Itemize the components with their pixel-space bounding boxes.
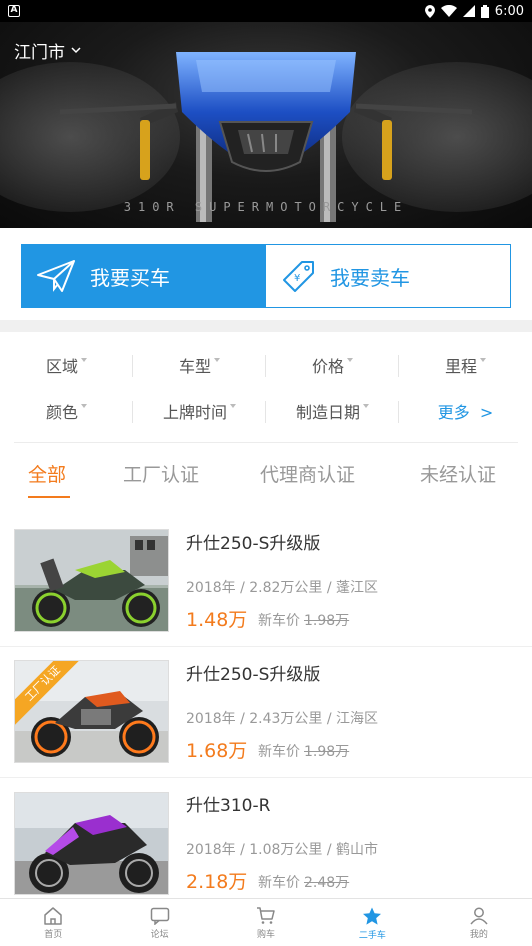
tab-factory-certified[interactable]: 工厂认证 xyxy=(123,460,199,487)
wifi-icon xyxy=(440,5,457,17)
sell-car-label: 我要卖车 xyxy=(330,265,410,290)
filter-panel: 区域 车型 价格 里程 颜色 上牌时间 制造日期 更多 > xyxy=(0,342,532,442)
listing-item[interactable]: 升仕310-R 2018年 / 1.08万公里 / 鹤山市 2.18万 新车价 2… xyxy=(0,778,532,909)
nav-profile-label: 我的 xyxy=(469,930,488,940)
app-notification-icon: A xyxy=(8,5,20,17)
price-tag-icon: ¥ xyxy=(283,261,314,292)
city-label: 江门市 xyxy=(14,43,65,63)
status-time: 6:00 xyxy=(494,3,524,19)
svg-text:¥: ¥ xyxy=(294,273,300,284)
nav-buy-label: 购车 xyxy=(257,930,276,940)
tab-uncertified[interactable]: 未经认证 xyxy=(420,460,496,487)
filter-price[interactable]: 价格 xyxy=(266,353,399,377)
caret-down-icon xyxy=(81,404,87,408)
nav-used-cars[interactable]: 二手车 xyxy=(319,899,425,946)
cart-icon xyxy=(257,907,275,924)
caret-down-icon xyxy=(363,404,369,408)
listing-title: 升仕250-S升级版 xyxy=(186,534,321,554)
hero-tagline: 310R SUPERMOTORCYCLE xyxy=(123,200,409,214)
caret-down-icon xyxy=(214,358,220,362)
location-icon xyxy=(424,4,435,18)
listing-new-price: 新车价 2.48万 xyxy=(258,875,350,891)
sell-car-button[interactable]: ¥ 我要卖车 xyxy=(266,245,510,307)
buy-sell-row: 我要买车 ¥ 我要卖车 xyxy=(21,244,511,308)
nav-forum-label: 论坛 xyxy=(150,930,169,940)
filter-manufacture-date[interactable]: 制造日期 xyxy=(266,399,399,423)
star-icon xyxy=(363,907,382,925)
chat-icon xyxy=(150,907,169,925)
listing-item[interactable]: 升仕250-S升级版 2018年 / 2.82万公里 / 蓬江区 1.48万 新… xyxy=(0,516,532,647)
listing-price: 1.68万 xyxy=(186,740,248,762)
filter-region[interactable]: 区域 xyxy=(0,353,133,377)
filter-more-button[interactable]: 更多 > xyxy=(399,399,532,423)
nav-buy[interactable]: 购车 xyxy=(213,899,319,946)
listing-photo xyxy=(14,529,169,632)
listing-photo xyxy=(14,792,169,895)
listing-meta: 2018年 / 1.08万公里 / 鹤山市 xyxy=(186,842,379,858)
filter-registration-date[interactable]: 上牌时间 xyxy=(133,399,266,423)
filter-color[interactable]: 颜色 xyxy=(0,399,133,423)
active-tab-indicator xyxy=(28,496,70,498)
status-bar: A 6:00 xyxy=(0,0,532,22)
paper-plane-icon xyxy=(37,260,75,292)
nav-forum[interactable]: 论坛 xyxy=(106,899,212,946)
tab-dealer-certified[interactable]: 代理商认证 xyxy=(260,460,355,487)
city-selector[interactable]: 江门市 xyxy=(14,38,81,63)
hero-banner[interactable]: 江门市 310R SUPERMOTORCYCLE xyxy=(0,22,532,228)
arrow-right-icon: > xyxy=(479,403,494,422)
listing-item[interactable]: 工厂认证 升仕250-S升级版 2018年 / 2.43万公里 / 江海区 1.… xyxy=(0,647,532,778)
buy-car-button[interactable]: 我要买车 xyxy=(22,245,266,307)
listing-price: 1.48万 xyxy=(186,609,248,631)
caret-down-icon xyxy=(81,358,87,362)
signal-icon xyxy=(462,5,475,17)
battery-icon xyxy=(480,4,489,18)
caret-down-icon xyxy=(480,358,486,362)
nav-home-label: 首页 xyxy=(44,930,63,940)
listing-price: 2.18万 xyxy=(186,871,248,893)
listing-new-price: 新车价 1.98万 xyxy=(258,744,350,760)
nav-used-cars-label: 二手车 xyxy=(358,931,386,941)
buy-car-label: 我要买车 xyxy=(90,265,170,290)
caret-down-icon xyxy=(347,358,353,362)
chevron-down-icon xyxy=(71,47,81,54)
listing-meta: 2018年 / 2.82万公里 / 蓬江区 xyxy=(186,580,379,596)
certification-tabs: 全部 工厂认证 代理商认证 未经认证 xyxy=(0,448,532,504)
listing-title: 升仕250-S升级版 xyxy=(186,665,321,685)
section-divider xyxy=(0,320,532,332)
caret-down-icon xyxy=(230,404,236,408)
tab-all[interactable]: 全部 xyxy=(28,460,66,487)
nav-profile[interactable]: 我的 xyxy=(426,899,532,946)
listing-new-price: 新车价 1.98万 xyxy=(258,613,350,629)
user-icon xyxy=(470,907,488,925)
listing-title: 升仕310-R xyxy=(186,796,271,816)
listing-photo: 工厂认证 xyxy=(14,660,169,763)
bottom-navigation: 首页 论坛 购车 二手车 我的 xyxy=(0,898,532,946)
filters-divider xyxy=(14,442,518,443)
home-icon xyxy=(44,907,62,925)
listing-meta: 2018年 / 2.43万公里 / 江海区 xyxy=(186,711,379,727)
filter-mileage[interactable]: 里程 xyxy=(399,353,532,377)
nav-home[interactable]: 首页 xyxy=(0,899,106,946)
filter-model[interactable]: 车型 xyxy=(133,353,266,377)
